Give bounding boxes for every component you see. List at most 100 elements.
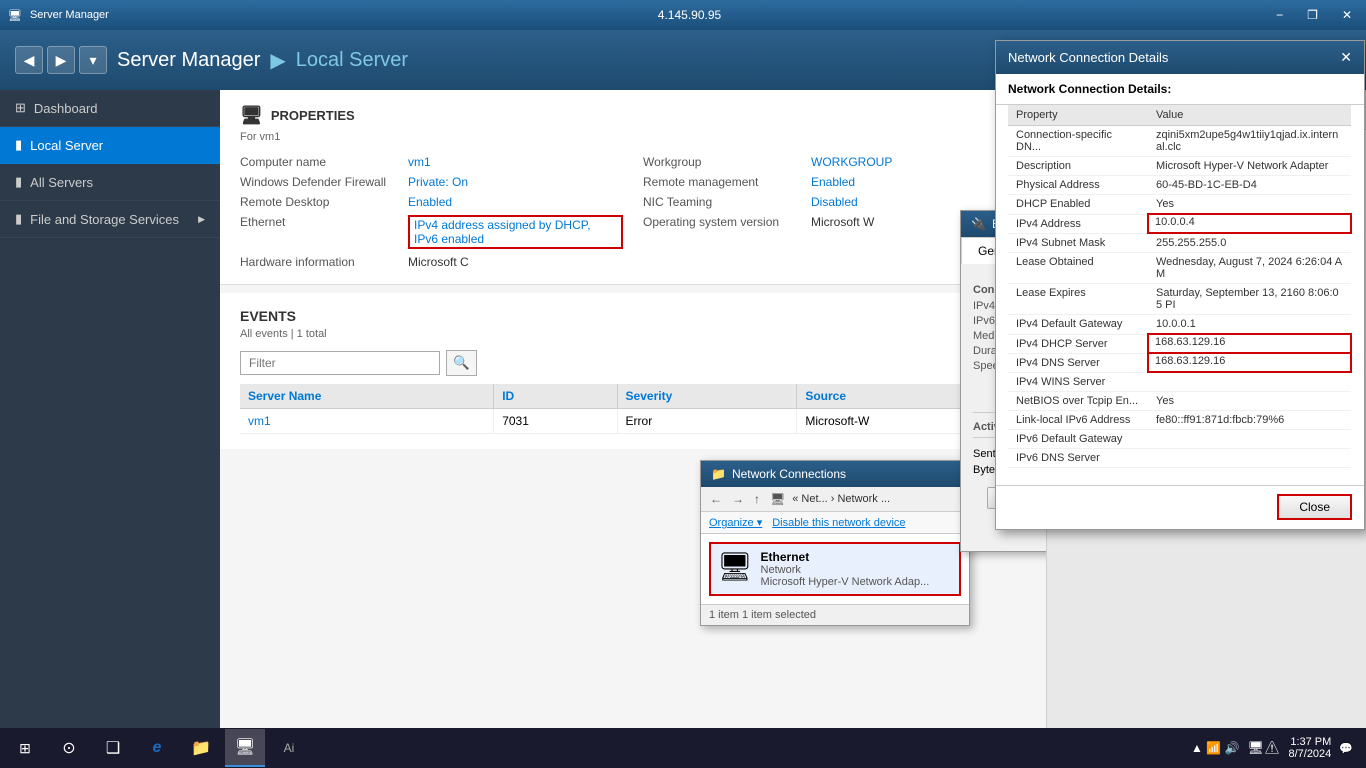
dropdown-button[interactable]: ▾ (79, 46, 107, 74)
prop-value-os: Microsoft W (811, 215, 874, 249)
explorer-button[interactable]: 📁 (181, 729, 221, 767)
ncd-close-x[interactable]: ✕ (1340, 49, 1352, 66)
prop-value-remote-desktop[interactable]: Enabled (408, 195, 452, 209)
prop-value-computer-name[interactable]: vm1 (408, 155, 431, 169)
filter-input[interactable] (240, 351, 440, 375)
nc-forward-btn[interactable]: → (729, 490, 747, 508)
ncd-value: Yes (1148, 195, 1351, 215)
ncd-property: IPv4 WINS Server (1008, 372, 1148, 391)
nc-disable-btn[interactable]: Disable this network device (772, 517, 905, 529)
events-subtitle: All events | 1 total (240, 328, 1026, 340)
prop-row-remote-desktop: Remote Desktop Enabled (240, 195, 623, 209)
properties-section: 🖥 PROPERTIES For vm1 Computer name vm1 W… (220, 90, 1046, 285)
prop-label-remote-mgmt: Remote management (643, 175, 803, 189)
nc-adapter-info: Ethernet Network Microsoft Hyper-V Netwo… (761, 550, 930, 588)
prop-label-firewall: Windows Defender Firewall (240, 175, 400, 189)
col-server-name[interactable]: Server Name (240, 384, 494, 409)
prop-label-hw: Hardware information (240, 255, 400, 269)
prop-row-workgroup: Workgroup WORKGROUP (643, 155, 1026, 169)
prop-value-hw: Microsoft C (408, 255, 469, 269)
ncd-col-value: Value (1148, 105, 1351, 126)
app-icon: 🖥 (8, 9, 22, 22)
prop-value-remote-mgmt[interactable]: Enabled (811, 175, 855, 189)
minimize-button[interactable]: − (1270, 6, 1289, 24)
properties-title: PROPERTIES (271, 108, 355, 123)
nc-adapter-icon: 🖥 (717, 550, 753, 583)
filter-bar: 🔍 (240, 350, 1026, 376)
ncd-scroll-area[interactable]: Property Value Connection-specific DN...… (996, 105, 1364, 485)
table-row[interactable]: vm1 7031 Error Microsoft-W (240, 409, 1026, 434)
close-button[interactable]: ✕ (1336, 6, 1358, 24)
ncd-property: Connection-specific DN... (1008, 126, 1148, 157)
sidebar-item-all-servers[interactable]: ▮ All Servers (0, 164, 220, 201)
cell-severity: Error (617, 409, 797, 434)
nc-title-bar: 📁 Network Connections (701, 461, 969, 487)
dashboard-icon: ⊞ (15, 100, 26, 116)
ncd-value (1148, 429, 1351, 448)
prop-row-firewall: Windows Defender Firewall Private: On (240, 175, 623, 189)
ncd-footer: Close (996, 485, 1364, 528)
sidebar-label-local-server: Local Server (30, 138, 103, 153)
task-view-button[interactable]: ❑ (93, 729, 133, 767)
events-table: Server Name ID Severity Source vm1 7031 … (240, 384, 1026, 434)
ncd-col-property: Property (1008, 105, 1148, 126)
date-display: 8/7/2024 (1288, 748, 1331, 760)
prop-value-firewall[interactable]: Private: On (408, 175, 468, 189)
prop-label-workgroup: Workgroup (643, 155, 803, 169)
prop-value-ethernet[interactable]: IPv4 address assigned by DHCP, IPv6 enab… (408, 215, 623, 249)
ncd-property: IPv4 DNS Server (1008, 353, 1148, 372)
prop-value-nic-teaming[interactable]: Disabled (811, 195, 858, 209)
all-servers-icon: ▮ (15, 174, 22, 190)
file-storage-icon: ▮ (15, 211, 22, 227)
notification-button[interactable]: 💬 (1339, 742, 1353, 755)
ncd-table: Property Value Connection-specific DN...… (1008, 105, 1352, 468)
local-server-icon: ▮ (15, 137, 22, 153)
nc-footer: 1 item 1 item selected (701, 604, 969, 625)
misc-button[interactable]: Ai (269, 729, 309, 767)
ncd-value (1148, 372, 1351, 391)
ncd-value (1148, 448, 1351, 467)
app-title: Server Manager (117, 49, 260, 72)
prop-row-ethernet: Ethernet IPv4 address assigned by DHCP, … (240, 215, 623, 249)
nc-address-icon: 🖥 (767, 490, 788, 508)
ncd-value: 255.255.255.0 (1148, 233, 1351, 253)
nc-organize-btn[interactable]: Organize ▾ (709, 516, 762, 529)
ie-button[interactable]: e (137, 729, 177, 767)
sidebar-item-local-server[interactable]: ▮ Local Server (0, 127, 220, 164)
sidebar-item-dashboard[interactable]: ⊞ Dashboard (0, 90, 220, 127)
ncd-title: Network Connection Details (1008, 50, 1168, 65)
nc-content: 🖥 Ethernet Network Microsoft Hyper-V Net… (701, 534, 969, 604)
ncd-value: 60-45-BD-1C-EB-D4 (1148, 176, 1351, 195)
search-button[interactable]: ⊙ (49, 729, 89, 767)
ncd-property: Description (1008, 157, 1148, 176)
restore-button[interactable]: ❐ (1301, 6, 1324, 24)
nc-up-btn[interactable]: ↑ (751, 490, 763, 508)
ncd-value: zqini5xm2upe5g4w1tiiy1qjad.ix.internal.c… (1148, 126, 1351, 157)
forward-button[interactable]: ▶ (47, 46, 75, 74)
title-bar-center: 4.145.90.95 (658, 8, 721, 22)
start-button[interactable]: ⊞ (5, 729, 45, 767)
ncd-value: Yes (1148, 391, 1351, 410)
nc-folder-icon: 📁 (711, 467, 726, 481)
title-bar: 🖥 Server Manager 4.145.90.95 − ❐ ✕ (0, 0, 1366, 30)
back-button[interactable]: ◀ (15, 46, 43, 74)
nc-adapter-item[interactable]: 🖥 Ethernet Network Microsoft Hyper-V Net… (709, 542, 961, 596)
nav-buttons: ◀ ▶ ▾ (15, 46, 107, 74)
nc-back-btn[interactable]: ← (707, 490, 725, 508)
filter-button[interactable]: 🔍 (446, 350, 477, 376)
nc-toolbar: ← → ↑ 🖥 « Net... › Network ... (701, 487, 969, 512)
taskbar-clock[interactable]: 1:37 PM 8/7/2024 (1288, 736, 1331, 760)
col-id[interactable]: ID (494, 384, 617, 409)
sidebar-item-file-storage[interactable]: ▮ File and Storage Services (0, 201, 220, 238)
prop-value-workgroup[interactable]: WORKGROUP (811, 155, 892, 169)
ncd-property: IPv6 DNS Server (1008, 448, 1148, 467)
ncd-value: 168.63.129.16 (1148, 334, 1351, 353)
events-section: EVENTS All events | 1 total 🔍 Server Nam… (220, 293, 1046, 449)
properties-grid: Computer name vm1 Workgroup WORKGROUP Wi… (240, 155, 1026, 269)
ncd-property: NetBIOS over Tcpip En... (1008, 391, 1148, 410)
server-manager-taskbar-button[interactable]: 🖥 (225, 729, 265, 767)
ncd-close-button[interactable]: Close (1277, 494, 1352, 520)
cell-id: 7031 (494, 409, 617, 434)
col-severity[interactable]: Severity (617, 384, 797, 409)
network-icon: 🖥⚠ (1247, 740, 1280, 756)
